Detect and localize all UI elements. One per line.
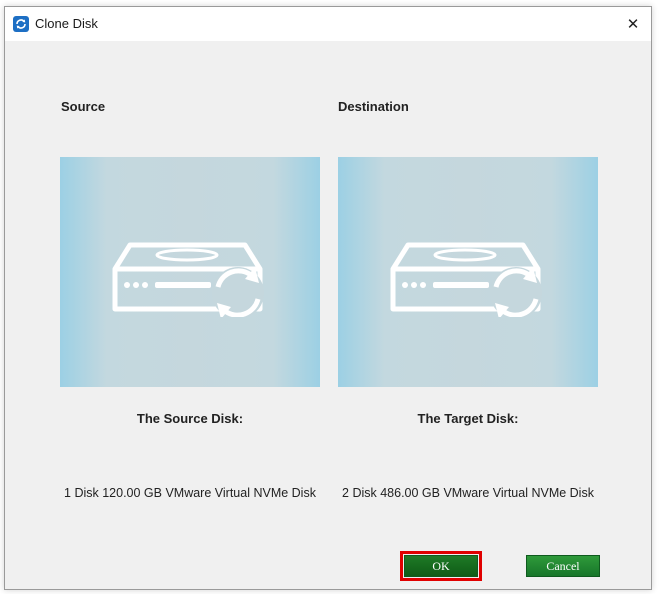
destination-label: Destination [338, 99, 409, 114]
ok-button[interactable]: OK [400, 551, 482, 581]
title-bar: Clone Disk ✕ [5, 7, 651, 41]
hard-disk-sync-icon [390, 242, 542, 317]
source-disk-title: The Source Disk: [136, 411, 244, 426]
clone-disk-dialog: Clone Disk ✕ Source The Source Disk: 1 D… [4, 6, 652, 590]
target-disk-description: 2 Disk 486.00 GB VMware Virtual NVMe Dis… [342, 486, 594, 500]
source-label: Source [61, 99, 106, 114]
source-disk-description: 1 Disk 120.00 GB VMware Virtual NVMe Dis… [64, 486, 316, 500]
clone-disk-app-icon [13, 16, 29, 32]
cancel-button[interactable]: Cancel [526, 555, 600, 577]
hard-disk-sync-icon [112, 242, 264, 317]
source-disk-panel[interactable] [60, 157, 320, 387]
window-title: Clone Disk [35, 16, 98, 31]
close-button[interactable]: ✕ [615, 7, 651, 41]
destination-disk-panel[interactable] [338, 157, 598, 387]
target-disk-title: The Target Disk: [417, 411, 519, 426]
close-icon: ✕ [626, 16, 640, 33]
dialog-content: Source The Source Disk: 1 Disk 120.00 GB… [5, 41, 651, 589]
